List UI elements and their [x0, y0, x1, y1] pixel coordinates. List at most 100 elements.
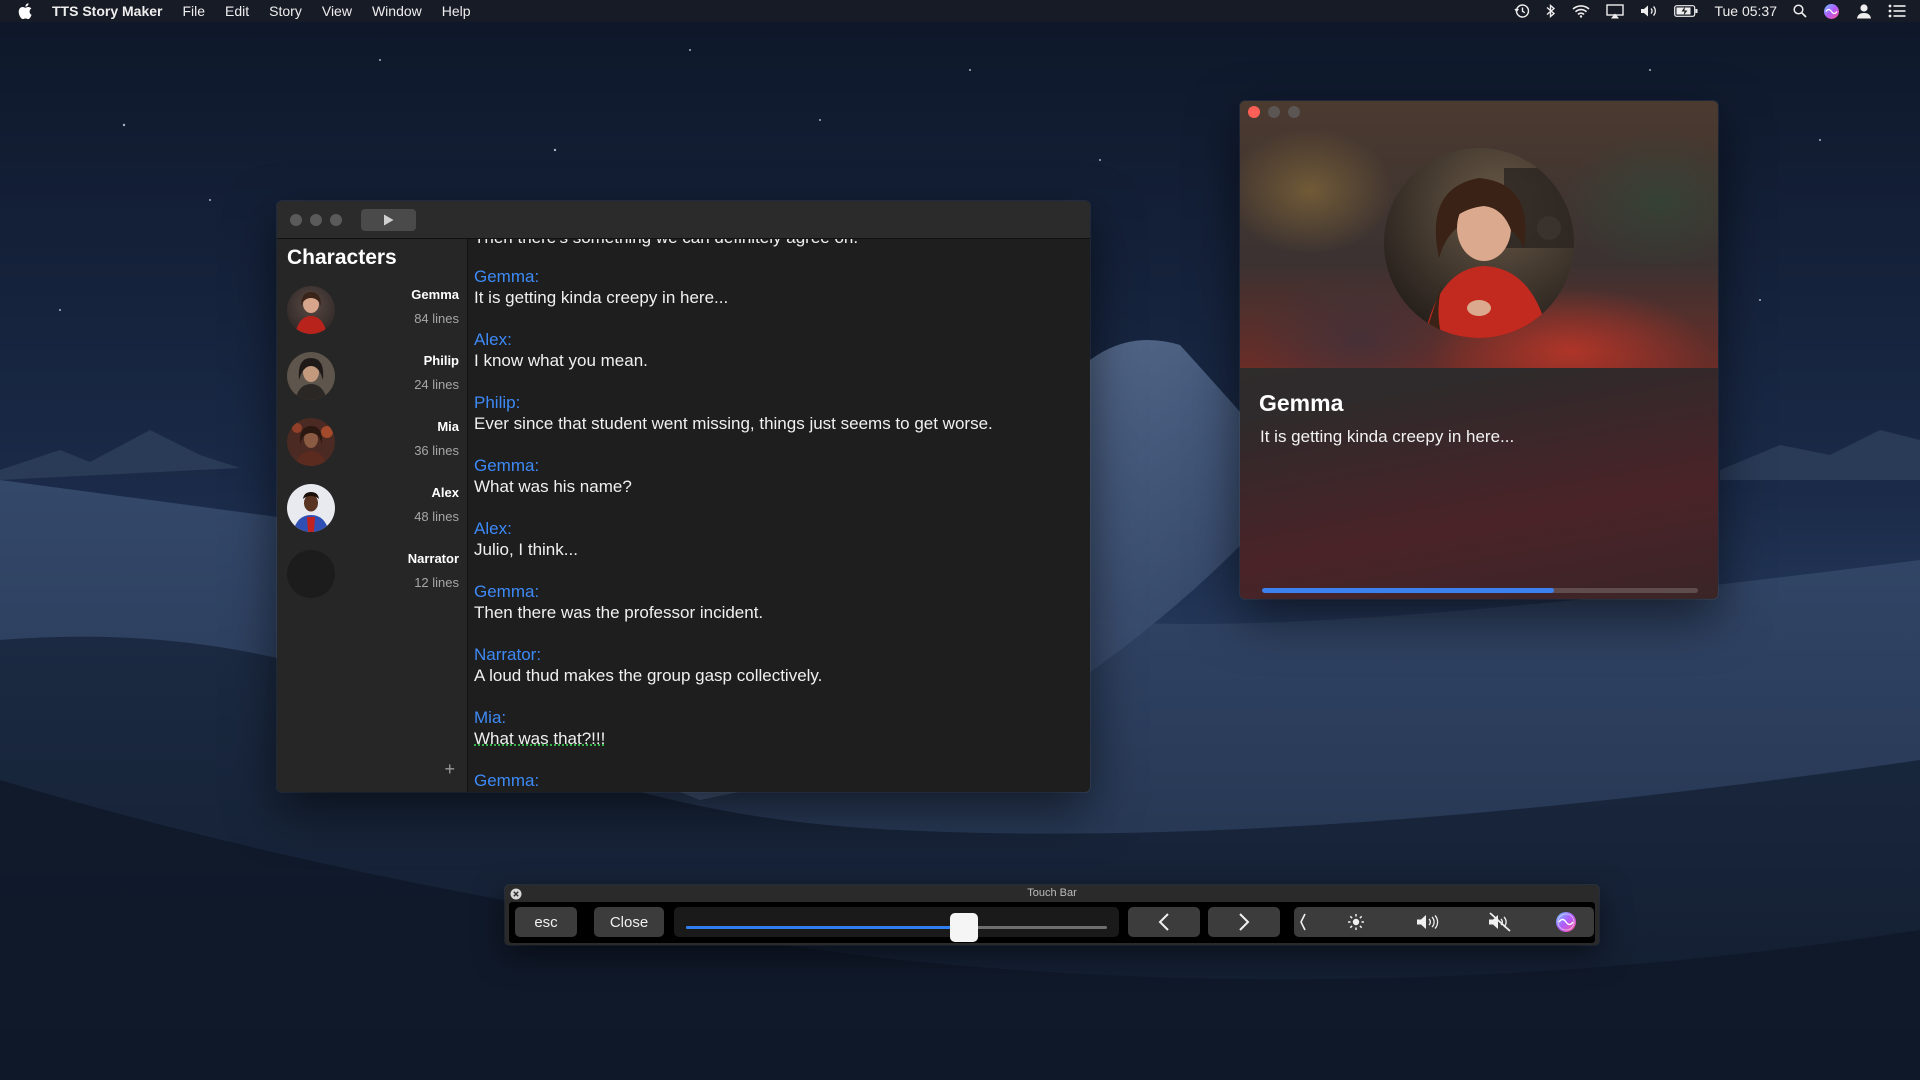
menubar-clock[interactable]: Tue 05:37 [1714, 3, 1777, 19]
script-line: Alex: I know what you mean. [474, 329, 648, 371]
avatar [287, 484, 335, 532]
play-story-button[interactable] [361, 208, 416, 231]
notification-center-icon[interactable] [1888, 4, 1906, 18]
sidebar-title: Characters [287, 246, 397, 269]
avatar [287, 418, 335, 466]
character-name: Mia [437, 419, 459, 434]
next-line-button[interactable] [1208, 907, 1280, 937]
avatar [287, 352, 335, 400]
script-line: Alex: Julio, I think... [474, 518, 578, 560]
siri-icon[interactable] [1823, 3, 1840, 20]
volume-icon[interactable] [1398, 907, 1458, 937]
play-icon [384, 214, 394, 225]
character-name: Alex [431, 485, 459, 500]
character-item-philip[interactable]: Philip 24 lines [287, 348, 459, 408]
character-item-alex[interactable]: Alex 48 lines [287, 480, 459, 540]
control-strip [1294, 907, 1594, 937]
minimize-window-button[interactable] [1268, 106, 1280, 118]
add-character-button[interactable]: + [444, 759, 455, 780]
character-item-mia[interactable]: Mia 36 lines [287, 414, 459, 474]
time-machine-icon[interactable] [1514, 3, 1530, 19]
script-line: Gemma: [474, 770, 539, 791]
touch-bar-title: Touch Bar [1027, 887, 1077, 899]
chevron-right-icon [1239, 913, 1250, 931]
script-line-text: A loud thud makes the group gasp collect… [474, 666, 823, 685]
character-line-count: 84 lines [414, 311, 459, 326]
close-button[interactable]: Close [594, 907, 664, 937]
menu-bar: TTS Story Maker File Edit Story View Win… [0, 0, 1920, 22]
previous-line-button[interactable] [1128, 907, 1200, 937]
script-line-speaker: Gemma: [474, 267, 540, 286]
character-line-count: 36 lines [414, 443, 459, 458]
menu-help[interactable]: Help [442, 3, 471, 19]
script-line-speaker: Alex: [474, 330, 512, 349]
close-window-button[interactable] [1248, 106, 1260, 118]
avatar [287, 286, 335, 334]
script-line-speaker: Gemma: [474, 582, 540, 601]
user-icon[interactable] [1856, 3, 1872, 19]
script-line-speaker: Mia: [474, 708, 507, 727]
menu-file[interactable]: File [182, 3, 205, 19]
menu-edit[interactable]: Edit [225, 3, 249, 19]
character-name: Narrator [407, 551, 459, 566]
window-controls [1248, 106, 1308, 118]
script-line-text: What was that?!!! [474, 729, 606, 748]
script-line-text: Julio, I think... [474, 540, 578, 559]
menu-story[interactable]: Story [269, 3, 302, 19]
spotlight-icon[interactable] [1793, 4, 1807, 18]
script-line-speaker: Alex: [474, 519, 512, 538]
character-name: Philip [423, 353, 459, 368]
brightness-icon[interactable] [1330, 907, 1382, 937]
minimize-window-button[interactable] [310, 213, 322, 226]
touch-bar-scrubber[interactable] [674, 907, 1119, 942]
script-line: Gemma: It is getting kinda creepy in her… [474, 266, 728, 308]
avatar [287, 550, 335, 598]
script-line: Mia: What was that?!!! [474, 707, 605, 749]
character-line-count: 12 lines [414, 575, 459, 590]
scrubber-knob[interactable] [949, 913, 978, 942]
zoom-window-button[interactable] [1288, 106, 1300, 118]
script-line-text: Then there's something we can definitely… [474, 239, 858, 248]
zoom-window-button[interactable] [330, 213, 342, 226]
now-playing-window: Gemma It is getting kinda creepy in here… [1240, 101, 1718, 599]
script-line: Philip: Ever since that student went mis… [474, 392, 993, 434]
script-line-text: I know what you mean. [474, 351, 648, 370]
characters-sidebar: Characters Gemma 84 lines Philip 24 line… [277, 239, 468, 792]
collapse-icon[interactable] [1294, 907, 1312, 937]
apple-menu-icon[interactable] [18, 3, 38, 19]
chevron-left-icon [1158, 913, 1169, 931]
menu-window[interactable]: Window [372, 3, 422, 19]
script-line-speaker: Gemma: [474, 771, 540, 790]
story-window-titlebar[interactable] [277, 201, 1090, 239]
script-editor[interactable]: Then there's something we can definitely… [468, 239, 1090, 792]
character-line-count: 24 lines [414, 377, 459, 392]
close-window-button[interactable] [290, 213, 302, 226]
airplay-icon[interactable] [1606, 3, 1625, 19]
wifi-icon[interactable] [1572, 4, 1591, 18]
menu-view[interactable]: View [322, 3, 352, 19]
script-line-text: It is getting kinda creepy in here... [474, 288, 729, 307]
bluetooth-icon[interactable] [1546, 3, 1556, 19]
character-name: Gemma [411, 287, 459, 302]
esc-button[interactable]: esc [515, 907, 577, 937]
script-line: Gemma: Then there was the professor inci… [474, 581, 763, 623]
mute-icon[interactable] [1470, 907, 1530, 937]
volume-icon[interactable] [1640, 4, 1658, 18]
siri-icon[interactable] [1540, 907, 1592, 937]
character-portrait [1384, 148, 1574, 338]
battery-icon[interactable] [1674, 5, 1698, 17]
script-line: Narrator: A loud thud makes the group ga… [474, 644, 822, 686]
playback-progress-fill [1262, 588, 1555, 593]
touch-bar-window: Touch Bar esc Close [505, 885, 1599, 945]
now-playing-character-name: Gemma [1259, 390, 1344, 416]
app-menu[interactable]: TTS Story Maker [52, 3, 162, 19]
character-item-gemma[interactable]: Gemma 84 lines [287, 282, 459, 342]
script-line-text: Ever since that student went missing, th… [474, 414, 993, 433]
script-line-speaker: Gemma: [474, 456, 540, 475]
window-controls [290, 213, 350, 226]
playback-progress-bar[interactable] [1262, 588, 1698, 593]
scrubber-fill [686, 926, 964, 929]
script-line-speaker: Philip: [474, 393, 521, 412]
character-item-narrator[interactable]: Narrator 12 lines [287, 546, 459, 606]
script-line: Gemma: What was his name? [474, 455, 632, 497]
